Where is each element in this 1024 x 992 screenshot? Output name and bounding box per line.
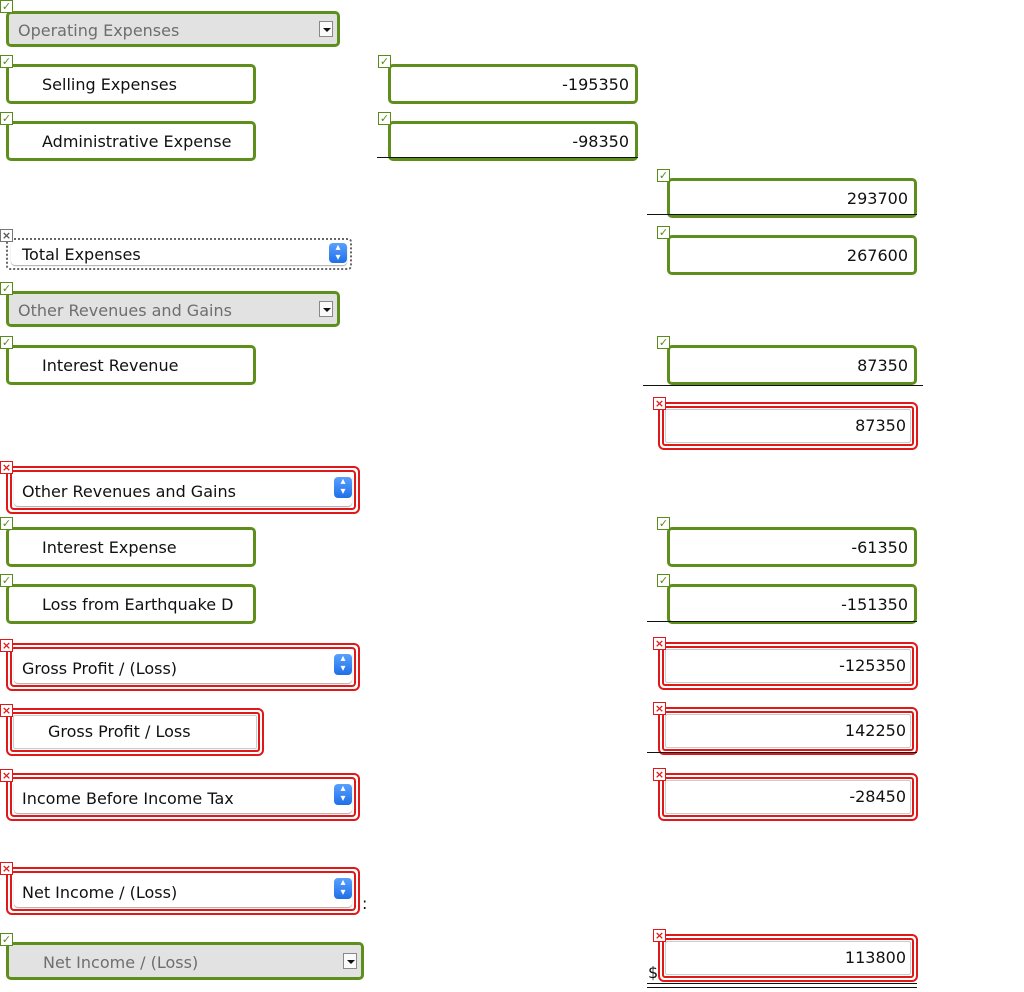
stepper-icon[interactable]: ▴ ▾ — [329, 243, 347, 263]
operating-expenses-select[interactable]: Operating Expenses — [6, 11, 340, 47]
select-label: Net Income / (Loss) — [43, 953, 199, 972]
select-label: Other Revenues and Gains — [22, 482, 236, 501]
amount-value: 87350 — [857, 356, 908, 375]
correct-icon: ✓ — [0, 282, 13, 295]
net-income-select[interactable]: Net Income / (Loss) ▴ ▾ — [6, 867, 360, 915]
incorrect-icon: × — [653, 397, 666, 410]
amount-value: -61350 — [851, 538, 908, 557]
correct-icon: ✓ — [0, 112, 13, 125]
selling-expenses-field[interactable]: Selling Expenses — [6, 64, 256, 104]
select-label: Gross Profit / (Loss) — [22, 659, 178, 678]
correct-icon: ✓ — [0, 55, 13, 68]
administrative-expense-amount[interactable]: -98350 — [388, 121, 638, 161]
correct-icon: ✓ — [0, 336, 13, 349]
correct-icon: ✓ — [0, 933, 13, 946]
net-income-final-select[interactable]: Net Income / (Loss) — [6, 942, 364, 980]
amount-value: 293700 — [846, 189, 908, 208]
total-expenses-amount[interactable]: 267600 — [667, 235, 917, 275]
amount-value: 113800 — [844, 948, 906, 967]
dropdown-arrow-icon[interactable] — [319, 301, 333, 317]
income-before-tax-select[interactable]: Income Before Income Tax ▴ ▾ — [6, 773, 360, 821]
dropdown-arrow-icon[interactable] — [319, 21, 333, 37]
field-label: Interest Revenue — [42, 356, 179, 375]
field-label: Gross Profit / Loss — [48, 722, 191, 741]
incorrect-icon: × — [0, 639, 13, 652]
select-label: Other Revenues and Gains — [18, 301, 232, 320]
loss-from-earthquake-amount[interactable]: -151350 — [667, 584, 917, 624]
selling-expenses-amount[interactable]: -195350 — [388, 64, 638, 104]
amount-value: -195350 — [562, 75, 629, 94]
correct-icon: ✓ — [378, 55, 391, 68]
amount-value: 267600 — [846, 246, 908, 265]
interest-revenue-amount[interactable]: 87350 — [667, 345, 917, 385]
underline-divider — [647, 214, 917, 215]
amount-value: -28450 — [849, 787, 906, 806]
underline-divider — [647, 752, 917, 753]
select-label: Operating Expenses — [18, 21, 180, 40]
stepper-icon[interactable]: ▴ ▾ — [334, 654, 352, 675]
field-label: Interest Expense — [42, 538, 177, 557]
unanswered-icon: × — [0, 229, 13, 242]
gross-profit-text-amount[interactable]: 142250 — [658, 707, 918, 755]
other-revenues-header-select[interactable]: Other Revenues and Gains — [6, 291, 340, 327]
underline-divider — [643, 385, 923, 386]
correct-icon: ✓ — [0, 0, 13, 13]
subtotal-expenses-amount[interactable]: 293700 — [667, 178, 917, 218]
administrative-expense-field[interactable]: Administrative Expense — [6, 121, 256, 161]
gross-profit-text-field[interactable]: Gross Profit / Loss — [6, 708, 264, 756]
gross-profit-amount[interactable]: -125350 — [658, 642, 918, 690]
other-revenues-total-amount[interactable]: 87350 — [658, 402, 918, 450]
amount-value: -98350 — [572, 132, 629, 151]
income-before-tax-amount[interactable]: -28450 — [658, 773, 918, 821]
dropdown-arrow-icon[interactable] — [343, 953, 357, 969]
loss-from-earthquake-field[interactable]: Loss from Earthquake D — [6, 584, 256, 624]
incorrect-icon: × — [653, 702, 666, 715]
total-expenses-select[interactable]: Total Expenses ▴ ▾ — [6, 238, 352, 270]
net-income-amount[interactable]: 113800 — [658, 934, 918, 982]
incorrect-icon: × — [653, 929, 666, 942]
interest-revenue-field[interactable]: Interest Revenue — [6, 345, 256, 385]
field-label: Loss from Earthquake D — [42, 595, 234, 614]
gross-profit-select[interactable]: Gross Profit / (Loss) ▴ ▾ — [6, 643, 360, 691]
correct-icon: ✓ — [378, 112, 391, 125]
incorrect-icon: × — [0, 461, 13, 474]
stepper-icon[interactable]: ▴ ▾ — [334, 784, 352, 805]
incorrect-icon: × — [653, 768, 666, 781]
correct-icon: ✓ — [657, 169, 670, 182]
double-underline-bottom — [647, 987, 917, 988]
amount-value: 142250 — [844, 721, 906, 740]
correct-icon: ✓ — [657, 226, 670, 239]
currency-symbol: $ — [648, 963, 659, 982]
field-label: Administrative Expense — [42, 132, 232, 151]
colon-suffix: : — [362, 894, 368, 913]
select-label: Net Income / (Loss) — [22, 883, 178, 902]
correct-icon: ✓ — [657, 517, 670, 530]
interest-expense-amount[interactable]: -61350 — [667, 527, 917, 567]
amount-value: -151350 — [841, 595, 908, 614]
interest-expense-field[interactable]: Interest Expense — [6, 527, 256, 567]
incorrect-icon: × — [0, 769, 13, 782]
correct-icon: ✓ — [657, 336, 670, 349]
amount-value: -125350 — [839, 656, 906, 675]
incorrect-icon: × — [0, 704, 13, 717]
correct-icon: ✓ — [0, 517, 13, 530]
select-label: Income Before Income Tax — [22, 789, 234, 808]
incorrect-icon: × — [653, 637, 666, 650]
stepper-icon[interactable]: ▴ ▾ — [334, 878, 352, 899]
amount-value: 87350 — [855, 416, 906, 435]
select-label: Total Expenses — [22, 245, 141, 264]
double-underline-top — [647, 983, 917, 984]
other-revenues-select[interactable]: Other Revenues and Gains ▴ ▾ — [6, 466, 360, 514]
stepper-icon[interactable]: ▴ ▾ — [334, 477, 352, 498]
correct-icon: ✓ — [0, 574, 13, 587]
underline-divider — [377, 157, 638, 158]
correct-icon: ✓ — [657, 574, 670, 587]
incorrect-icon: × — [0, 862, 13, 875]
field-label: Selling Expenses — [42, 75, 177, 94]
underline-divider — [647, 621, 917, 622]
